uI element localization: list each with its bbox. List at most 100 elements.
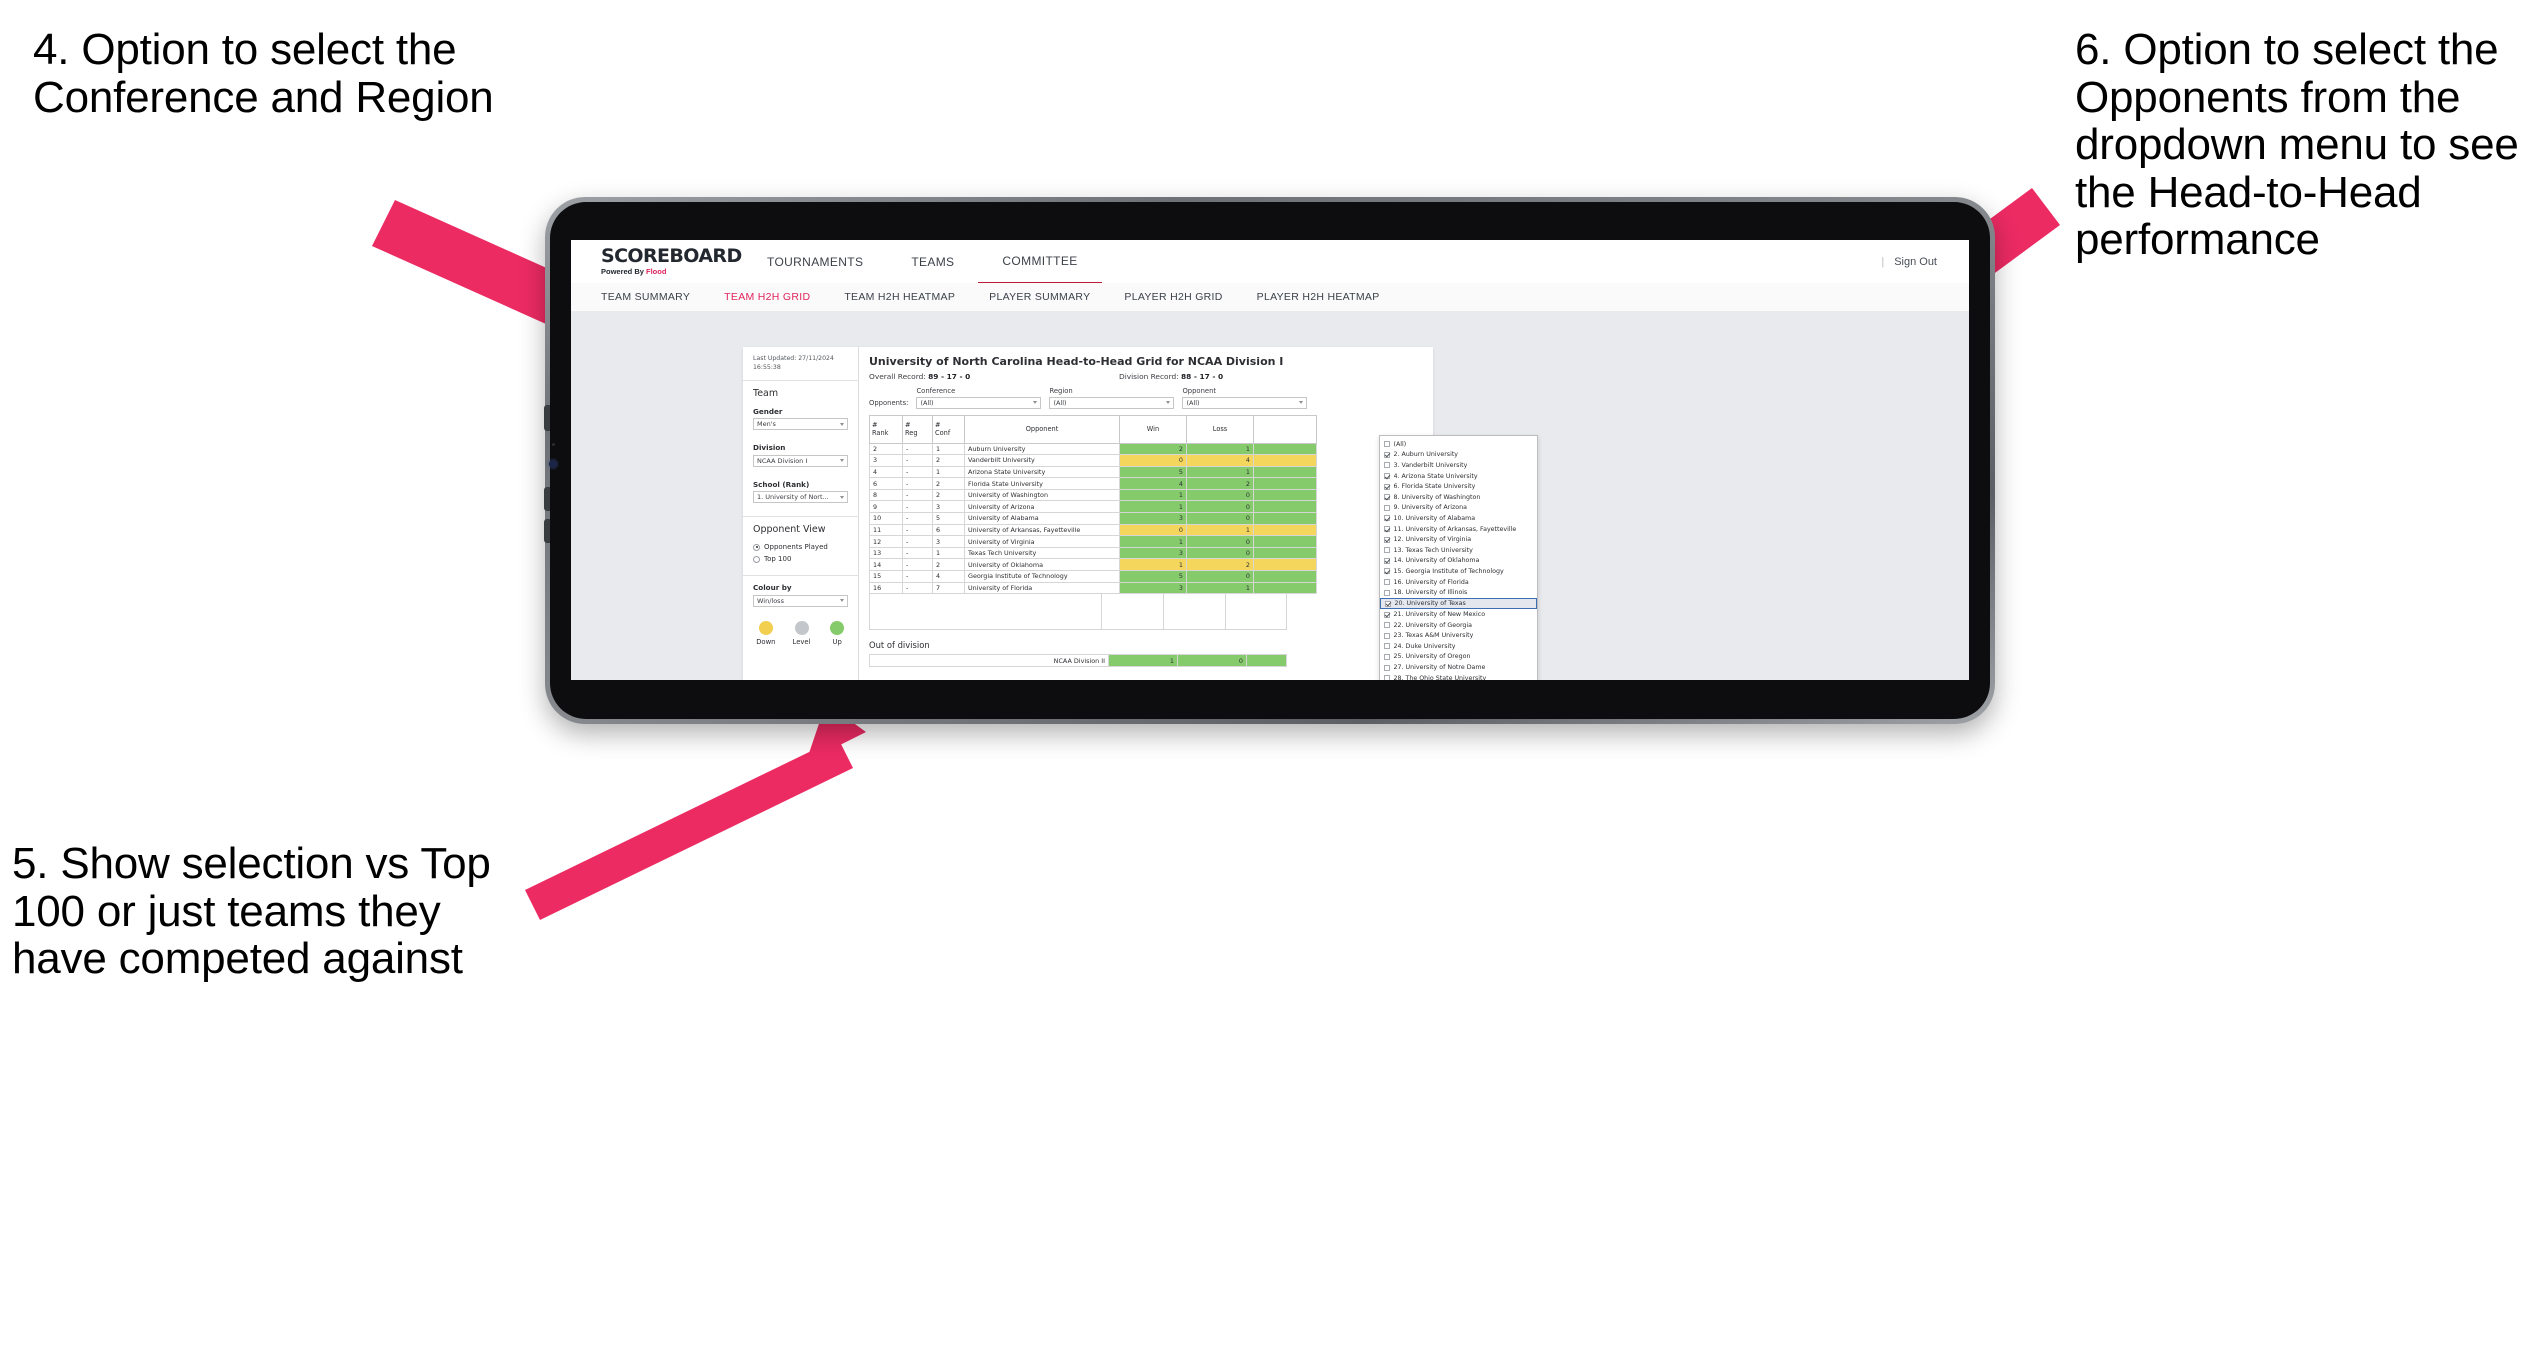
tablet-button-bottom[interactable] [544, 519, 550, 543]
radio-top-100[interactable]: Top 100 [753, 555, 848, 563]
subnav-item-team-h2h-grid[interactable]: TEAM H2H GRID [707, 291, 827, 303]
opponent-dropdown-item[interactable]: 16. University of Florida [1380, 577, 1537, 588]
checkbox-unchecked-icon[interactable] [1384, 664, 1390, 671]
checkbox-unchecked-icon[interactable] [1384, 622, 1390, 629]
opponent-dropdown-item[interactable]: 22. University of Georgia [1380, 620, 1537, 631]
checkbox-unchecked-icon[interactable] [1384, 441, 1390, 448]
table-row[interactable]: 14-2 University of Oklahoma 1 2 [869, 558, 1317, 572]
opponent-dropdown-item[interactable]: 28. The Ohio State University [1380, 673, 1537, 680]
subnav-item-player-summary[interactable]: PLAYER SUMMARY [972, 291, 1107, 303]
conf-word: Conf [935, 429, 951, 437]
column-header-loss[interactable]: Loss [1186, 414, 1254, 444]
table-row[interactable]: 16-7 University of Florida 3 1 [869, 581, 1317, 595]
checkbox-checked-icon[interactable] [1384, 473, 1390, 480]
checkbox-checked-icon[interactable] [1384, 611, 1390, 618]
brand-logo[interactable]: SCOREBOARD Powered By Flood [601, 246, 742, 276]
checkbox-checked-icon[interactable] [1384, 515, 1390, 522]
opponent-dropdown-item[interactable]: 3. Vanderbilt University [1380, 460, 1537, 471]
opponent-dropdown-item[interactable]: 9. University of Arizona [1380, 503, 1537, 514]
region-filter-select[interactable]: (All) [1049, 396, 1175, 409]
checkbox-checked-icon[interactable] [1384, 451, 1390, 458]
subnav-item-player-h2h-grid[interactable]: PLAYER H2H GRID [1107, 291, 1239, 303]
checkbox-checked-icon[interactable] [1384, 526, 1390, 533]
opponent-dropdown-item[interactable]: 12. University of Virginia [1380, 534, 1537, 545]
opponent-dropdown-item[interactable]: 23. Texas A&M University [1380, 630, 1537, 641]
column-header-opponent[interactable]: Opponent [964, 414, 1120, 444]
checkbox-checked-icon[interactable] [1385, 600, 1391, 607]
table-row[interactable]: 9-3 University of Arizona 1 0 [869, 500, 1317, 514]
checkbox-unchecked-icon[interactable] [1384, 653, 1390, 660]
checkbox-checked-icon[interactable] [1384, 494, 1390, 501]
opponent-dropdown-item[interactable]: 2. Auburn University [1380, 450, 1537, 461]
viz-title: University of North Carolina Head-to-Hea… [869, 355, 1284, 368]
checkbox-unchecked-icon[interactable] [1384, 579, 1390, 586]
sign-out-link[interactable]: Sign Out [1894, 256, 1937, 268]
checkbox-checked-icon[interactable] [1384, 483, 1390, 490]
opponent-dropdown-item[interactable]: 14. University of Oklahoma [1380, 556, 1537, 567]
table-row[interactable]: 10-5 University of Alabama 3 0 [869, 512, 1317, 525]
checkbox-checked-icon[interactable] [1384, 536, 1390, 543]
checkbox-unchecked-icon[interactable] [1384, 462, 1390, 469]
opponent-dropdown-item[interactable]: 13. Texas Tech University [1380, 545, 1537, 556]
school-rank-value: 1. University of Nort... [757, 493, 829, 502]
colour-by-select[interactable]: Win/loss [753, 594, 848, 607]
radio-opponents-played[interactable]: Opponents Played [753, 543, 848, 551]
checkbox-unchecked-icon[interactable] [1384, 547, 1390, 554]
opponent-dropdown-item[interactable]: 27. University of Notre Dame [1380, 662, 1537, 673]
table-row[interactable]: 6-2 Florida State University 4 2 [869, 477, 1317, 490]
topnav-item-teams[interactable]: TEAMS [887, 240, 978, 283]
opponent-dropdown-menu[interactable]: (All) 2. Auburn University 3. Vanderbilt U… [1379, 435, 1538, 680]
table-row[interactable]: 12-3 University of Virginia 1 0 [869, 535, 1317, 548]
topnav-item-committee[interactable]: COMMITTEE [978, 240, 1102, 284]
checkbox-unchecked-icon[interactable] [1384, 504, 1390, 511]
cell-opp: Vanderbilt University [964, 454, 1120, 467]
subnav-item-team-h2h-heatmap[interactable]: TEAM H2H HEATMAP [827, 291, 972, 303]
opponent-dropdown-item[interactable]: 20. University of Texas [1380, 597, 1537, 610]
subnav-item-team-summary[interactable]: TEAM SUMMARY [571, 291, 707, 303]
checkbox-unchecked-icon[interactable] [1384, 632, 1390, 639]
table-row[interactable]: 15-4 Georgia Institute of Technology 5 0 [869, 570, 1317, 583]
cell-rank: 9 [869, 500, 903, 514]
conference-filter-select[interactable]: (All) [916, 396, 1042, 409]
school-rank-select[interactable]: 1. University of Nort... [753, 491, 848, 504]
opponent-dropdown-item[interactable]: 11. University of Arkansas, Fayetteville [1380, 524, 1537, 535]
division-select[interactable]: NCAA Division I [753, 454, 848, 467]
table-row[interactable]: 11-6 University of Arkansas, Fayetteville… [869, 523, 1317, 537]
opponent-dropdown-item[interactable]: 24. Duke University [1380, 641, 1537, 652]
checkbox-checked-icon[interactable] [1384, 557, 1390, 564]
opponent-dropdown-item[interactable]: 8. University of Washington [1380, 492, 1537, 503]
table-row[interactable]: 8-2 University of Washington 1 0 [869, 488, 1317, 502]
opponent-dropdown-item[interactable]: 10. University of Alabama [1380, 513, 1537, 524]
opponent-dropdown-item[interactable]: 15. Georgia Institute of Technology [1380, 566, 1537, 577]
dashboard-card: Last Updated: 27/11/2024 16:55:38 Team G… [743, 347, 1538, 680]
subnav-item-player-h2h-heatmap[interactable]: PLAYER H2H HEATMAP [1240, 291, 1397, 303]
checkbox-unchecked-icon[interactable] [1384, 675, 1390, 680]
checkbox-unchecked-icon[interactable] [1384, 589, 1390, 596]
opponent-dropdown-item[interactable]: (All) [1380, 439, 1537, 450]
table-row[interactable]: 4-1 Arizona State University 5 1 [869, 465, 1317, 479]
table-row[interactable]: 2-1 Auburn University 2 1 [869, 442, 1317, 456]
checkbox-checked-icon[interactable] [1384, 568, 1390, 575]
column-header-conf[interactable]: # Conf [932, 414, 965, 444]
tablet-button-top[interactable] [544, 405, 550, 431]
table-header-row: # Rank # Reg # Conf Opponent Win Loss [869, 414, 1317, 444]
column-header-reg[interactable]: # Reg [902, 414, 933, 444]
opponent-dropdown-item[interactable]: 6. Florida State University [1380, 481, 1537, 492]
tablet-button-mid[interactable] [544, 487, 550, 511]
opponent-filter-select[interactable]: (All) [1182, 396, 1308, 409]
cell-tie [1246, 654, 1287, 668]
opponent-dropdown-item[interactable]: 18. University of Illinois [1380, 587, 1537, 598]
column-header-rank[interactable]: # Rank [869, 414, 903, 444]
topnav-item-tournaments[interactable]: TOURNAMENTS [743, 240, 887, 283]
gender-select[interactable]: Men's [753, 418, 848, 431]
cell-win: 1 [1108, 654, 1178, 668]
table-row[interactable]: 13-1 Texas Tech University 3 0 [869, 546, 1317, 560]
opponent-dropdown-item[interactable]: 4. Arizona State University [1380, 471, 1537, 482]
opponent-dropdown-item[interactable]: 21. University of New Mexico [1380, 609, 1537, 620]
column-header-win[interactable]: Win [1119, 414, 1187, 444]
table-row[interactable]: 3-2 Vanderbilt University 0 4 [869, 454, 1317, 467]
opponent-dropdown-item[interactable]: 25. University of Oregon [1380, 652, 1537, 663]
out-of-division-row[interactable]: NCAA Division II 1 0 [869, 654, 1287, 668]
checkbox-unchecked-icon[interactable] [1384, 643, 1390, 650]
column-header-blank[interactable] [1253, 414, 1317, 444]
